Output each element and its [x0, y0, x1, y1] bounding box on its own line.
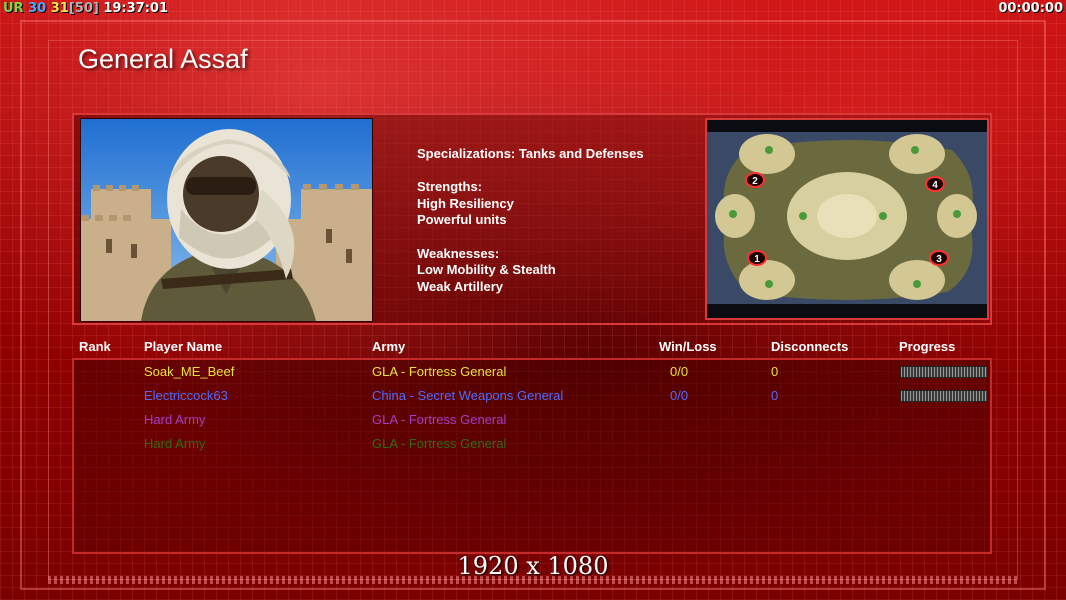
column-header-win-loss: Win/Loss: [659, 339, 717, 354]
column-header-player-name: Player Name: [144, 339, 223, 354]
player-progress-bar: [900, 366, 988, 378]
player-army: GLA - Fortress General: [372, 364, 507, 379]
fps-alt-value: 31: [50, 1, 69, 16]
game-timer: 00:00:00: [998, 1, 1063, 16]
general-description: Specializations: Tanks and Defenses Stre…: [417, 146, 644, 295]
start-position-label: 3: [936, 254, 942, 265]
weakness-item: Weak Artillery: [417, 278, 503, 294]
player-win-loss: 0/0: [670, 388, 689, 403]
player-name: Electriccock63: [144, 388, 228, 403]
overlay-left: UR 30 31[50] 19:37:01: [3, 1, 168, 16]
player-disconnects: 0: [771, 388, 779, 403]
column-header-army: Army: [372, 339, 406, 354]
performance-overlay: UR 30 31[50] 19:37:01 00:00:00: [0, 0, 1066, 18]
strength-item: Powerful units: [417, 212, 507, 228]
player-name: Soak_ME_Beef: [144, 364, 235, 379]
map-preview: 1 2 3 4: [705, 118, 989, 320]
weakness-item: Low Mobility & Stealth: [417, 262, 556, 278]
strength-item: High Resiliency: [417, 195, 514, 211]
start-position-label: 2: [752, 176, 758, 187]
player-disconnects: 0: [771, 364, 779, 379]
player-progress-bar: [900, 390, 988, 402]
start-position-3[interactable]: 3: [929, 250, 949, 266]
map-image: 1 2 3 4: [707, 120, 987, 318]
player-win-loss: 0/0: [670, 364, 689, 379]
player-name: Hard Army: [144, 436, 206, 451]
general-portrait: [80, 118, 373, 322]
ur-label: UR: [3, 1, 24, 16]
start-position-2[interactable]: 2: [745, 172, 765, 188]
player-army: GLA - Fortress General: [372, 412, 507, 427]
general-title: General Assaf: [78, 44, 248, 74]
start-position-label: 4: [932, 180, 938, 191]
strengths-heading: Strengths:: [417, 179, 482, 195]
portrait-image: [81, 119, 372, 321]
player-name: Hard Army: [144, 412, 206, 427]
specializations-text: Specializations: Tanks and Defenses: [417, 146, 644, 161]
fps-value: 30: [28, 1, 47, 16]
start-position-4[interactable]: 4: [925, 176, 945, 192]
fps-cap: [50]: [68, 1, 99, 16]
weaknesses-heading: Weaknesses:: [417, 245, 500, 261]
column-header-disconnects: Disconnects: [771, 339, 849, 354]
system-clock: 19:37:01: [103, 1, 169, 16]
column-header-progress: Progress: [899, 339, 956, 354]
start-position-1[interactable]: 1: [747, 250, 767, 266]
player-army: GLA - Fortress General: [372, 436, 507, 451]
player-army: China - Secret Weapons General: [372, 388, 564, 403]
resolution-label: 1920 x 1080: [457, 552, 609, 580]
column-header-rank: Rank: [79, 339, 111, 354]
start-position-label: 1: [754, 254, 760, 265]
